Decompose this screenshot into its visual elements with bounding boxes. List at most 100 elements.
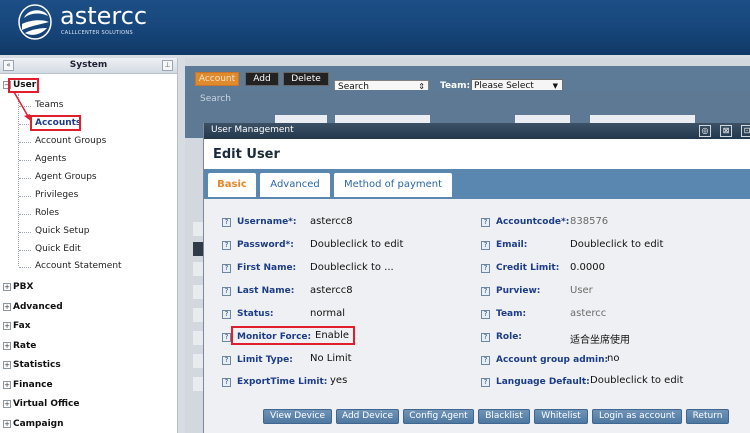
field-language-default: ? Language Default: xyxy=(481,377,590,387)
help-icon[interactable]: ? xyxy=(222,355,231,365)
tree-node-statistics[interactable]: + Statistics xyxy=(3,360,61,370)
tree-tick xyxy=(19,267,31,268)
sidebar-header: « System ⊥ xyxy=(0,58,177,74)
language-default-value[interactable]: Doubleclick to edit xyxy=(590,375,683,386)
field-label: Username*: xyxy=(237,217,297,227)
login-as-account-button[interactable]: Login as account xyxy=(592,409,682,424)
status-value[interactable]: normal xyxy=(310,308,345,319)
account-group-admin-value[interactable]: no xyxy=(607,353,619,364)
expand-toggle-icon[interactable]: + xyxy=(3,420,11,428)
expand-toggle-icon[interactable]: + xyxy=(3,322,11,330)
close-icon[interactable]: ⊡ xyxy=(741,125,750,137)
add-button[interactable]: Add xyxy=(245,72,279,86)
tree-leaf-account-groups[interactable]: Account Groups xyxy=(35,136,106,146)
logo-icon xyxy=(18,4,52,40)
tree-leaf-agent-groups[interactable]: Agent Groups xyxy=(35,172,97,182)
search-strip-label: Search xyxy=(200,94,231,104)
tab-advanced[interactable]: Advanced xyxy=(260,173,330,197)
field-label: Limit Type: xyxy=(237,355,293,365)
help-icon[interactable]: ? xyxy=(481,332,490,342)
tab-basic[interactable]: Basic xyxy=(208,173,256,197)
tree-node-label: Campaign xyxy=(13,419,64,429)
help-icon[interactable]: ? xyxy=(481,377,490,387)
help-icon[interactable]: ? xyxy=(222,217,231,227)
add-device-button[interactable]: Add Device xyxy=(336,409,399,424)
field-credit-limit: ? Credit Limit: xyxy=(481,263,559,273)
tab-method-of-payment[interactable]: Method of payment xyxy=(334,173,452,197)
tree-node-advanced[interactable]: + Advanced xyxy=(3,302,63,312)
exporttime-limit-value[interactable]: yes xyxy=(330,375,347,386)
restore-icon[interactable]: ◎ xyxy=(699,125,711,137)
blacklist-button[interactable]: Blacklist xyxy=(478,409,530,424)
dialog-title: User Management xyxy=(211,125,294,135)
field-label: ExportTime Limit: xyxy=(237,377,328,387)
tree-node-fax[interactable]: + Fax xyxy=(3,321,31,331)
purview-value: User xyxy=(570,285,593,296)
tree-leaf-privileges[interactable]: Privileges xyxy=(35,190,78,200)
help-icon[interactable]: ? xyxy=(222,309,231,319)
help-icon[interactable]: ? xyxy=(481,355,490,365)
tree-leaf-quick-setup[interactable]: Quick Setup xyxy=(35,226,90,236)
help-icon[interactable]: ? xyxy=(222,286,231,296)
account-tab-button[interactable]: Account xyxy=(195,72,239,86)
delete-button[interactable]: Delete xyxy=(283,72,329,86)
tree-node-virtual-office[interactable]: + Virtual Office xyxy=(3,399,79,409)
credit-limit-value[interactable]: 0.0000 xyxy=(570,262,605,273)
tree-node-label: Fax xyxy=(13,321,31,331)
view-device-button[interactable]: View Device xyxy=(263,409,332,424)
email-value[interactable]: Doubleclick to edit xyxy=(570,239,663,250)
tree-node-campaign[interactable]: + Campaign xyxy=(3,419,64,429)
username-value[interactable]: astercc8 xyxy=(310,216,353,227)
team-value: astercc xyxy=(570,308,607,319)
dialog-heading: Edit User xyxy=(213,147,280,162)
tree-node-pbx[interactable]: + PBX xyxy=(3,282,33,292)
tree-node-label: Advanced xyxy=(13,302,63,312)
tree-node-label: Statistics xyxy=(13,360,61,370)
help-icon[interactable]: ? xyxy=(481,286,490,296)
last-name-value[interactable]: astercc8 xyxy=(310,285,353,296)
pin-icon[interactable]: ⊥ xyxy=(162,60,173,71)
tree-leaf-teams[interactable]: Teams xyxy=(35,100,63,110)
help-icon[interactable]: ? xyxy=(481,309,490,319)
first-name-value[interactable]: Doubleclick to ... xyxy=(310,262,394,273)
expand-toggle-icon[interactable]: + xyxy=(3,303,11,311)
field-label: Team: xyxy=(496,309,527,319)
help-icon[interactable]: ? xyxy=(222,377,231,387)
config-agent-button[interactable]: Config Agent xyxy=(403,409,474,424)
limit-type-value[interactable]: No Limit xyxy=(310,353,352,364)
field-label: Status: xyxy=(237,309,274,319)
help-icon[interactable]: ? xyxy=(481,240,490,250)
help-icon[interactable]: ? xyxy=(222,263,231,273)
tree-leaf-agents[interactable]: Agents xyxy=(35,154,66,164)
maximize-icon[interactable]: ⊠ xyxy=(720,125,732,137)
field-email: ? Email: xyxy=(481,240,527,250)
dialog-titlebar[interactable]: User Management ◎ ⊠ ⊡ xyxy=(204,123,750,139)
expand-toggle-icon[interactable]: + xyxy=(3,400,11,408)
expand-toggle-icon[interactable]: + xyxy=(3,361,11,369)
help-icon[interactable]: ? xyxy=(222,332,231,342)
expand-toggle-icon[interactable]: + xyxy=(3,342,11,350)
expand-toggle-icon[interactable]: + xyxy=(3,283,11,291)
whitelist-button[interactable]: Whitelist xyxy=(534,409,588,424)
tree-node-finance[interactable]: + Finance xyxy=(3,380,53,390)
role-value[interactable]: 适合坐席使用 xyxy=(570,331,630,346)
tree-tick xyxy=(19,178,31,179)
field-accountcode: ? Accountcode*: xyxy=(481,217,569,227)
tree-leaf-quick-edit[interactable]: Quick Edit xyxy=(35,244,81,254)
help-icon[interactable]: ? xyxy=(481,217,490,227)
sidebar-title: System xyxy=(69,60,108,70)
help-icon[interactable]: ? xyxy=(222,240,231,250)
field-label: Password*: xyxy=(237,240,294,250)
edit-user-dialog: User Management ◎ ⊠ ⊡ Edit User Basic Ad… xyxy=(203,123,750,433)
tree-leaf-account-statement[interactable]: Account Statement xyxy=(35,261,122,271)
tab-strip: Basic Advanced Method of payment xyxy=(204,169,750,199)
sidebar: « System ⊥ − User Teams Accounts Account… xyxy=(0,58,178,433)
password-value[interactable]: Doubleclick to edit xyxy=(310,239,403,250)
tree-leaf-roles[interactable]: Roles xyxy=(35,208,59,218)
expand-toggle-icon[interactable]: + xyxy=(3,381,11,389)
help-icon[interactable]: ? xyxy=(481,263,490,273)
tree-node-rate[interactable]: + Rate xyxy=(3,341,36,351)
field-label: Last Name: xyxy=(237,286,295,296)
field-label: Language Default: xyxy=(496,377,590,387)
return-button[interactable]: Return xyxy=(686,409,729,424)
